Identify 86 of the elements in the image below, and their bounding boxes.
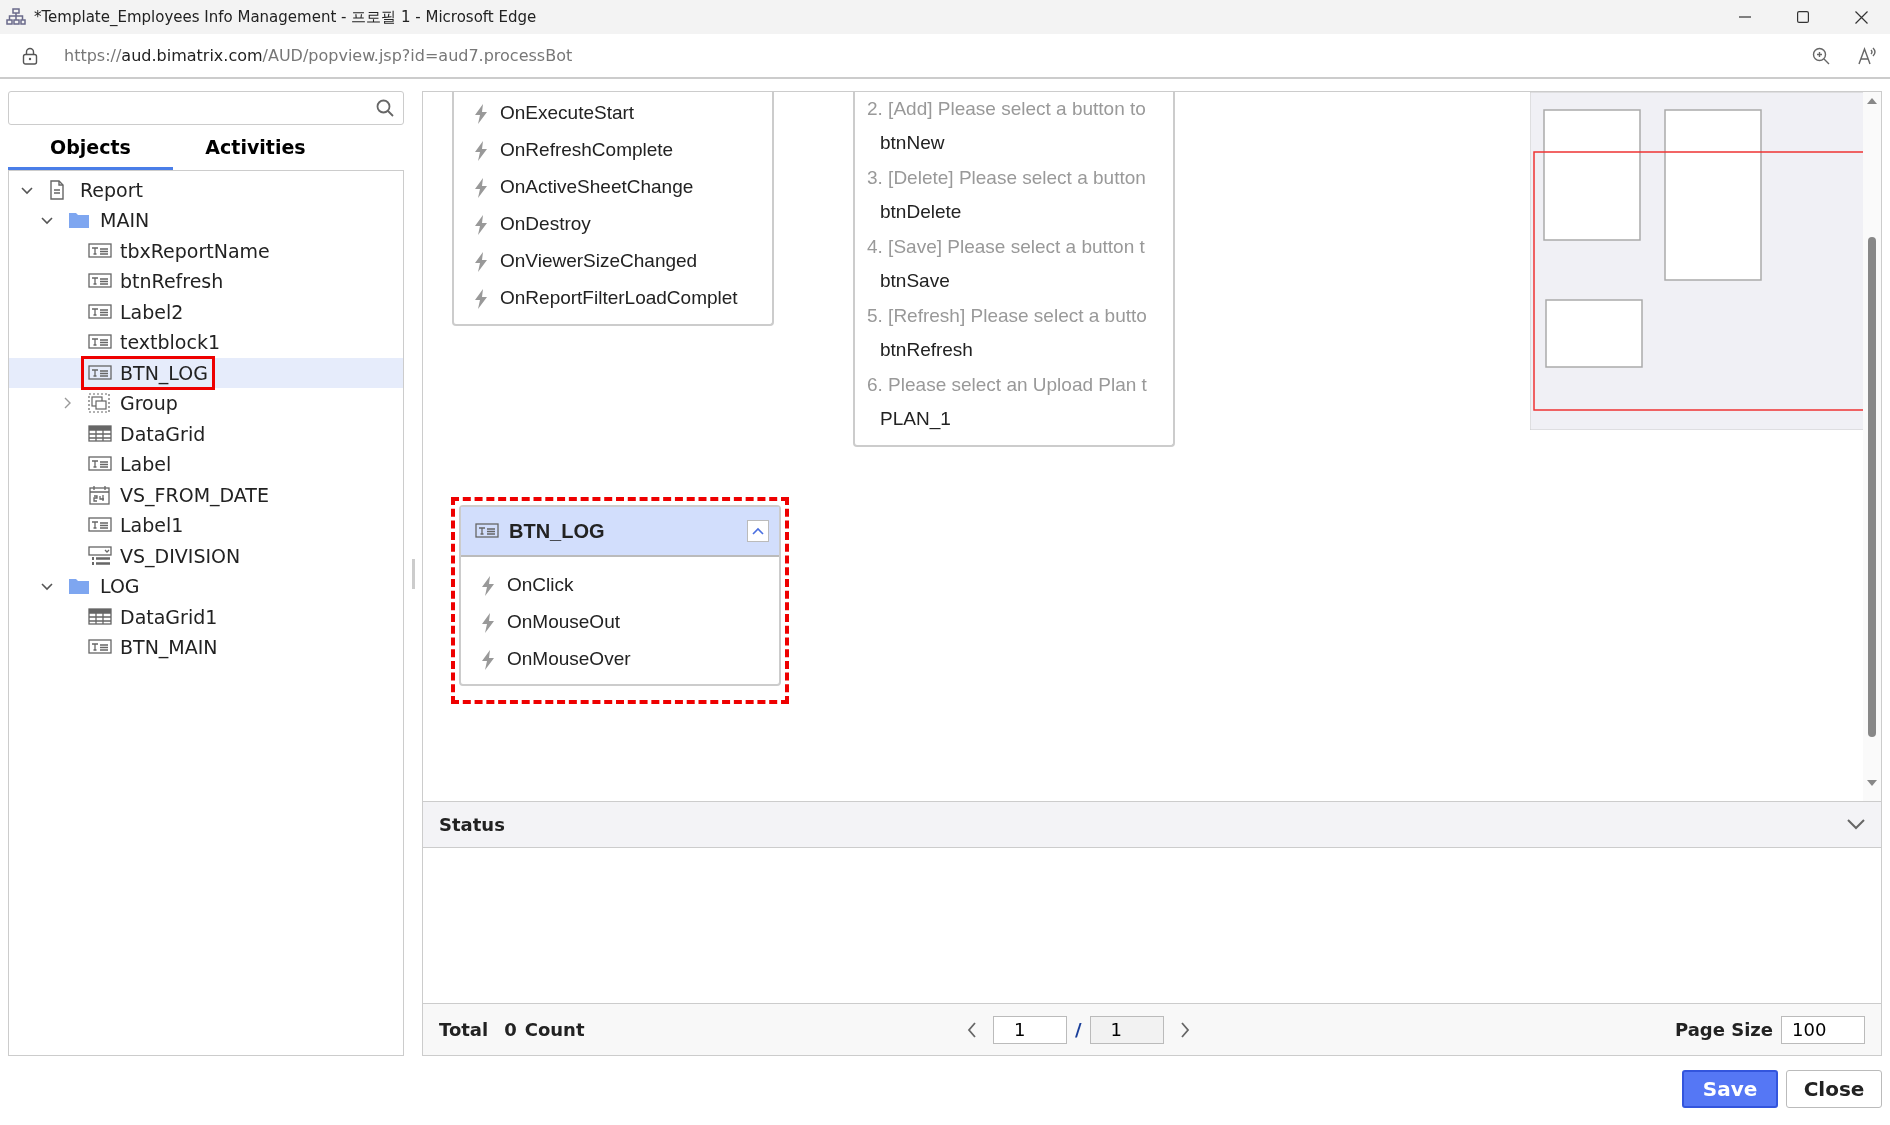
lightning-icon <box>472 213 490 236</box>
count-value: 0 <box>504 1018 517 1043</box>
chevron-down-icon <box>1847 818 1865 831</box>
count-label: Count <box>524 1018 585 1043</box>
lightning-icon <box>479 574 497 597</box>
zoom-in-icon <box>1812 46 1830 65</box>
calendar-icon <box>88 484 112 505</box>
tree-item[interactable]: Label <box>120 450 172 479</box>
minimize-icon <box>1739 16 1751 18</box>
lightning-icon <box>472 176 490 199</box>
step-prompt: 6. Please select an Upload Plan t <box>866 372 1148 397</box>
chevron-right-icon <box>1179 1021 1190 1038</box>
lightning-icon <box>479 611 497 634</box>
event-name[interactable]: OnActiveSheetChange <box>500 173 694 202</box>
text-box-icon <box>88 301 112 322</box>
tree-item[interactable]: MAIN <box>100 206 150 235</box>
search-field[interactable] <box>8 91 404 125</box>
tab[interactable]: Activities <box>173 129 338 170</box>
step-prompt: 2. [Add] Please select a button to <box>866 96 1147 121</box>
tree-item[interactable]: VS_FROM_DATE <box>120 480 269 509</box>
lightning-icon <box>472 287 490 310</box>
splitter-handle[interactable] <box>411 558 415 589</box>
event-name[interactable]: OnReportFilterLoadComplet <box>500 284 738 313</box>
tree-item[interactable]: btnRefresh <box>120 267 224 296</box>
card-title: BTN_LOG <box>509 519 605 544</box>
maximize-icon <box>1797 11 1809 23</box>
step-value: PLAN_1 <box>879 407 952 432</box>
total-label: Total <box>439 1018 489 1043</box>
step-value: btnNew <box>879 131 946 156</box>
event-name[interactable]: OnExecuteStart <box>500 99 635 128</box>
page-size-field[interactable]: 100 <box>1781 1015 1865 1044</box>
page-size-label: Page Size <box>1674 1018 1773 1043</box>
step-prompt: 4. [Save] Please select a button t <box>866 234 1146 259</box>
tree-item[interactable]: LOG <box>100 572 140 601</box>
tree-item[interactable]: Report <box>80 175 143 204</box>
collapse-button[interactable] <box>1847 818 1865 831</box>
tree-item[interactable]: Label2 <box>120 297 184 326</box>
chevron-up-icon <box>752 527 764 535</box>
tree-item[interactable]: Label1 <box>120 511 184 540</box>
text-box-icon <box>88 240 112 261</box>
grid-icon <box>88 423 112 444</box>
event-name[interactable]: OnDestroy <box>500 210 591 239</box>
tree-item[interactable]: VS_DIVISION <box>120 541 241 570</box>
lightning-icon <box>472 139 490 162</box>
text-box-icon <box>475 521 499 541</box>
search-icon <box>376 99 394 117</box>
read-aloud-icon <box>1858 46 1876 65</box>
lightning-icon <box>472 102 490 125</box>
close-button[interactable]: Close <box>1786 1070 1882 1108</box>
event-name[interactable]: OnMouseOut <box>507 608 620 637</box>
tab[interactable]: Objects <box>8 129 173 170</box>
collapse-button[interactable] <box>747 520 769 542</box>
tree-item[interactable]: DataGrid1 <box>120 602 218 631</box>
group-icon <box>88 393 112 414</box>
tree-item[interactable]: Group <box>120 389 178 418</box>
event-name[interactable]: OnClick <box>507 571 574 600</box>
lock-icon <box>22 46 38 65</box>
step-prompt: 3. [Delete] Please select a button <box>866 165 1147 190</box>
address-bar-url[interactable]: https://aud.bimatrix.com/AUD/popview.jsp?id=aud7.processBot <box>64 43 1798 68</box>
window-title: *Template_Employees Info Management - 프로필 1 - Microsoft Edge <box>34 6 538 28</box>
lightning-icon <box>472 250 490 273</box>
page-count-field[interactable]: 1 <box>1089 1015 1164 1044</box>
step-value: btnRefresh <box>879 338 974 363</box>
text-box-icon <box>88 362 112 383</box>
folder-icon <box>68 210 92 231</box>
tree-item[interactable]: textblock1 <box>120 328 220 357</box>
lightning-icon <box>479 648 497 671</box>
event-name[interactable]: OnMouseOver <box>507 645 631 674</box>
tree-item[interactable]: DataGrid <box>120 419 206 448</box>
step-value: btnSave <box>879 269 951 294</box>
panel-title: Status <box>439 813 506 837</box>
step-prompt: 5. [Refresh] Please select a butto <box>866 303 1148 328</box>
grid-icon <box>88 606 112 627</box>
dropdown-list-icon <box>88 545 112 566</box>
tree-item[interactable]: BTN_MAIN <box>120 633 218 662</box>
chevron-left-icon <box>967 1021 977 1038</box>
step-value: btnDelete <box>879 200 963 225</box>
sitemap-icon <box>6 8 26 26</box>
close-icon <box>1854 10 1868 24</box>
page-separator: / <box>1075 1018 1082 1043</box>
save-button[interactable]: Save <box>1682 1070 1778 1108</box>
folder-icon <box>68 576 92 597</box>
event-name[interactable]: OnViewerSizeChanged <box>500 247 698 276</box>
tree-item[interactable]: tbxReportName <box>120 236 270 265</box>
event-name[interactable]: OnRefreshComplete <box>500 136 674 165</box>
page-field[interactable]: 1 <box>993 1015 1067 1044</box>
